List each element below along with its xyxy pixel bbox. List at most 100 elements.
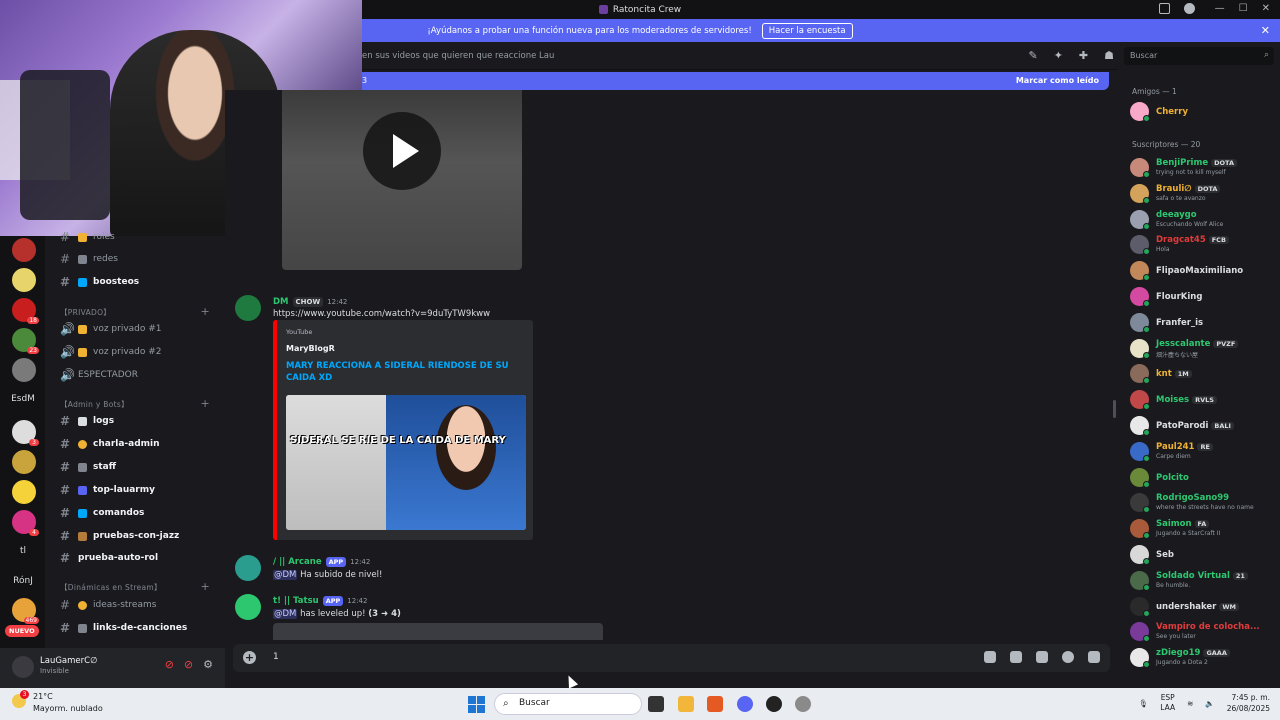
help-icon[interactable] [1184,3,1195,14]
category-privado[interactable]: 【PRIVADO】 + [60,305,220,318]
language-indicator[interactable]: ESP LAA [1160,693,1175,713]
avatar[interactable] [235,555,261,581]
pin-icon[interactable]: ✚ [1079,49,1088,62]
mention[interactable]: @DM [273,570,298,580]
member-item[interactable]: BenjiPrime DOTA trying not to kill myself [1130,156,1280,180]
server-icon[interactable] [12,238,36,262]
member-item[interactable]: undershaker WM [1130,595,1280,619]
deafen-icon[interactable]: ⊘ [184,658,193,671]
server-icon[interactable]: 23 [12,328,39,354]
play-icon[interactable] [363,112,441,190]
task-view-icon[interactable] [648,696,664,712]
inbox-icon[interactable] [1159,3,1170,14]
channel-roles[interactable]: # roles [60,228,220,246]
survey-button[interactable]: Hacer la encuesta [761,22,853,39]
obs-icon[interactable] [766,696,782,712]
member-item[interactable]: Saimon FA Jugando a StarCraft II [1130,517,1280,541]
discord-icon[interactable] [737,696,753,712]
close-banner-icon[interactable]: ✕ [1261,24,1270,37]
notifications-icon[interactable]: ✦ [1054,49,1063,62]
mute-icon[interactable]: ⊘ [165,658,174,671]
member-item[interactable]: FlourKing [1130,285,1280,309]
video-attachment[interactable] [282,90,522,270]
member-item[interactable]: Paul241 RE Carpe diem [1130,440,1280,464]
member-item[interactable]: Cherry [1130,100,1280,124]
channel-staff[interactable]: # staff [60,458,220,476]
member-item[interactable]: Franfer_is [1130,311,1280,335]
search-input[interactable]: Buscar ⌕ [1124,47,1274,65]
channel-pruebas-con-jazz[interactable]: # pruebas-con-jazz [60,527,220,545]
sticker-icon[interactable] [1036,651,1048,663]
minimize-button[interactable]: — [1215,3,1225,14]
member-item[interactable]: Seb [1130,543,1280,567]
server-ronj[interactable]: RónJ [6,576,40,586]
wifi-icon[interactable]: ≋ [1187,699,1193,708]
member-item[interactable]: knt 1M [1130,362,1280,386]
attach-plus-icon[interactable]: + [243,651,256,664]
member-item[interactable]: PatoParodi BALI [1130,414,1280,438]
channel-boosteos[interactable]: # boosteos [60,273,220,291]
message-author[interactable]: t! || Tatsu [273,596,319,606]
member-item[interactable]: zDiego19 GAAA Jugando a Dota 2 [1130,646,1280,670]
avatar[interactable] [235,295,261,321]
message-author[interactable]: / || Arcane [273,557,322,567]
members-icon[interactable]: ☗ [1104,49,1114,62]
emoji-icon[interactable] [1062,651,1074,663]
microphone-icon[interactable]: 🎙 [1139,699,1149,708]
embed-author[interactable]: MaryBlogR [286,344,335,353]
server-icon[interactable] [12,450,36,474]
category-dinamicas[interactable]: 【Dinámicas en Stream】 + [60,580,220,593]
message-author[interactable]: DM [273,297,289,307]
mention[interactable]: @DM [273,609,298,619]
member-item[interactable]: FlipaoMaximiliano [1130,259,1280,283]
server-tl[interactable]: tl [6,546,40,556]
channel-top-lauarmy[interactable]: # top-lauarmy [60,481,220,499]
message-link[interactable]: https://www.youtube.com/watch?v=9duTyTW9… [273,309,490,319]
close-button[interactable]: ✕ [1262,3,1270,14]
channel-links-de-canciones[interactable]: # links-de-canciones [60,619,220,637]
server-icon[interactable]: 3 [12,420,39,446]
channel-logs[interactable]: # logs [60,412,220,430]
member-item[interactable]: Moises RVLS [1130,388,1280,412]
message-input-value[interactable]: 1 [273,652,279,662]
video-thumbnail[interactable]: SIDERAL SE RIE DE LA CAIDA DE MARY [286,395,526,530]
add-channel-icon[interactable]: + [200,397,210,410]
clock[interactable]: 7:45 p. m. 26/08/2025 [1227,692,1270,714]
voice-channel-espectador[interactable]: 🔊 ESPECTADOR [60,366,220,384]
app-icon[interactable] [795,696,811,712]
add-channel-icon[interactable]: + [200,305,210,318]
scrollbar[interactable] [1113,400,1116,418]
member-item[interactable]: RodrigoSano99 where the streets have no n… [1130,491,1280,515]
server-icon[interactable]: 18 [12,298,39,324]
brave-browser-icon[interactable] [707,696,723,712]
channel-ideas-streams[interactable]: # ideas-streams [60,596,220,614]
settings-gear-icon[interactable]: ⚙ [203,658,213,671]
game-controller-icon[interactable] [1088,651,1100,663]
mark-read-button[interactable]: Marcar como leído [1016,76,1099,85]
channel-charla-admin[interactable]: # charla-admin [60,435,220,453]
server-icon[interactable] [12,268,36,292]
member-item[interactable]: Soldado Virtual 21 Be humble. [1130,569,1280,593]
voice-channel-2[interactable]: 🔊 voz privado #2 [60,343,220,361]
maximize-button[interactable]: ☐ [1239,3,1248,14]
embed-title[interactable]: MARY REACCIONA A SIDERAL RIENDOSE DE SU … [286,360,526,384]
start-button[interactable] [468,696,485,713]
server-icon[interactable] [12,358,36,382]
member-item[interactable]: Polcito [1130,466,1280,490]
avatar[interactable] [12,656,34,678]
server-icon[interactable]: 469 [12,598,39,624]
taskbar-search[interactable]: ⌕ Buscar [494,693,642,715]
category-admin-bots[interactable]: 【Admin y Bots】 + [60,397,220,410]
threads-icon[interactable]: ✎ [1028,49,1037,62]
member-item[interactable]: Jesscalante PVZF 畑汁塵ちない屋 [1130,337,1280,361]
member-item[interactable]: Vampiro de colocha... See you later [1130,620,1280,644]
avatar[interactable] [235,594,261,620]
channel-comandos[interactable]: # comandos [60,504,220,522]
member-item[interactable]: Brauli∅ DOTA safa o te avanzo [1130,182,1280,206]
gif-icon[interactable] [1010,651,1022,663]
username[interactable]: LauGamerC∅ [40,656,97,666]
gift-icon[interactable] [984,651,996,663]
server-icon[interactable] [12,480,36,504]
channel-redes[interactable]: # redes [60,250,220,268]
channel-prueba-auto-rol[interactable]: # prueba-auto-rol [60,549,220,567]
